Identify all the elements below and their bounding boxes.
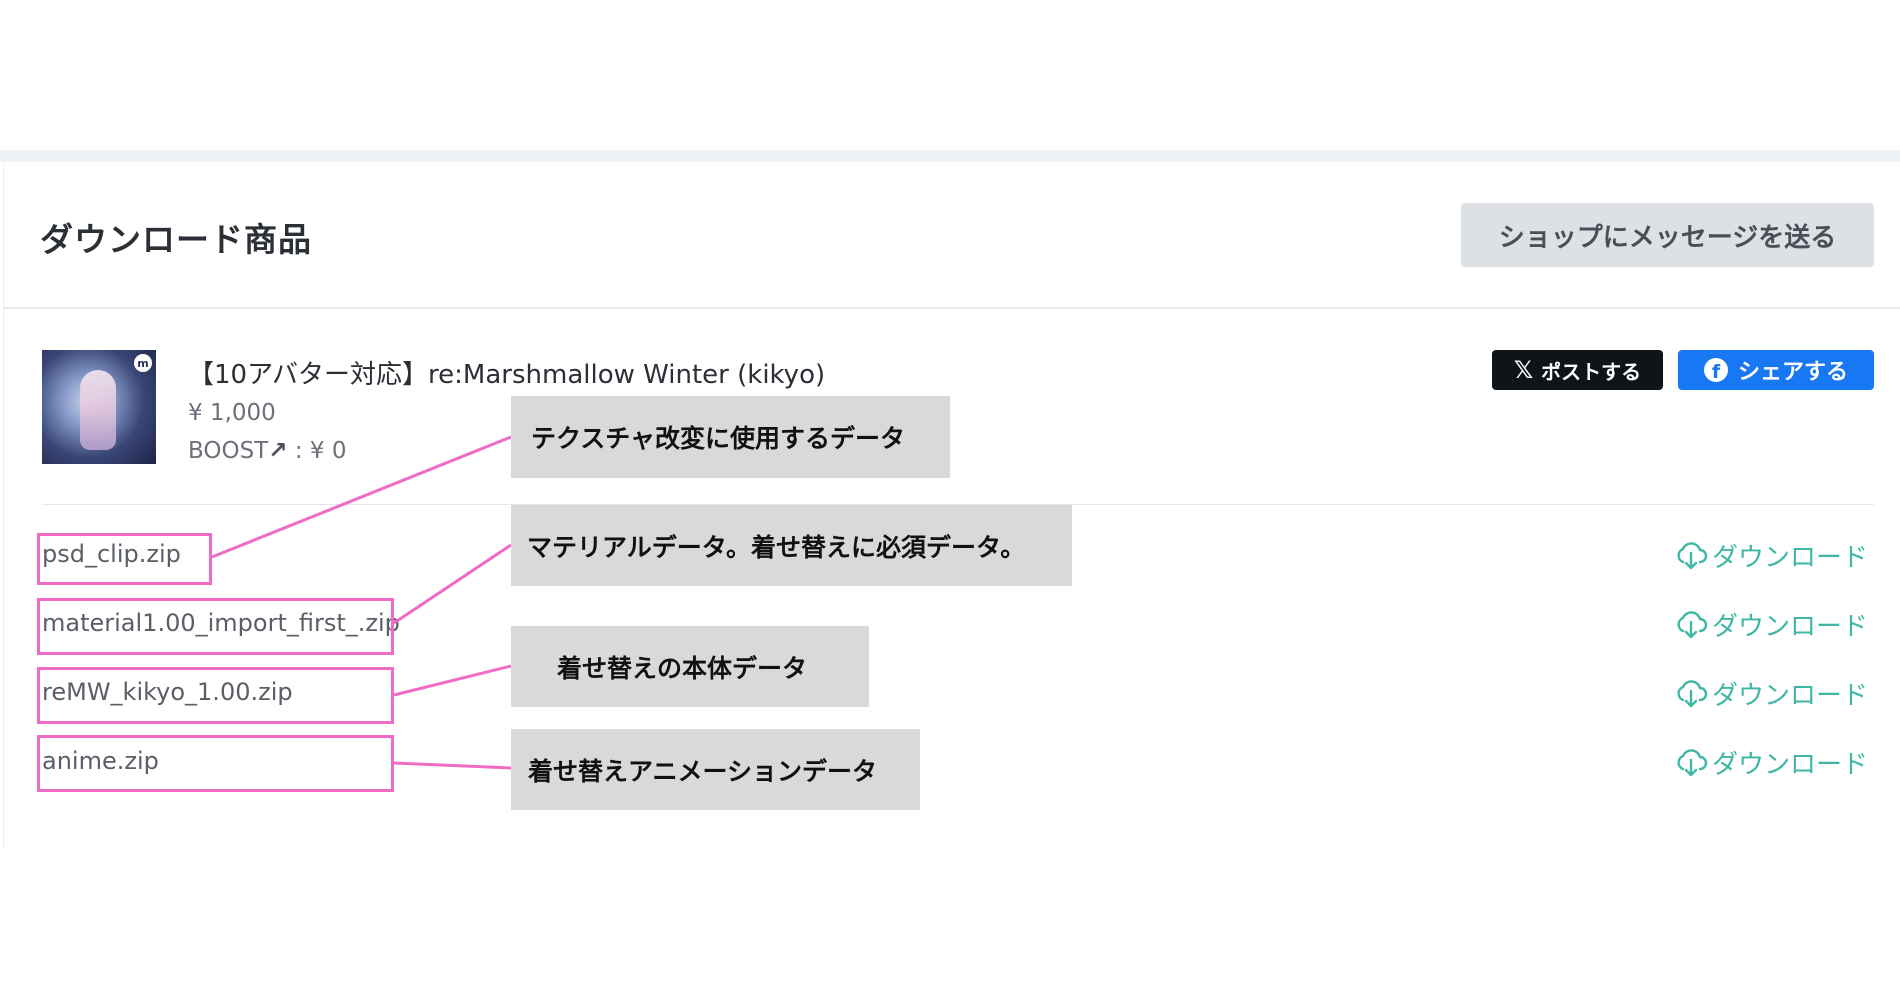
facebook-share-label: シェアする bbox=[1737, 360, 1848, 385]
cloud-download-icon bbox=[1677, 749, 1708, 777]
boost-info: BOOST↗ : ¥ 0 bbox=[188, 438, 346, 464]
download-label: ダウンロード bbox=[1712, 749, 1869, 780]
annotation-highlight-psd-clip bbox=[37, 533, 212, 585]
download-label: ダウンロード bbox=[1712, 542, 1869, 573]
download-button-material[interactable]: ダウンロード bbox=[1674, 607, 1874, 642]
boost-value: : ¥ 0 bbox=[287, 438, 347, 464]
facebook-logo-icon: f bbox=[1703, 358, 1728, 382]
x-logo-icon: 𝕏 bbox=[1513, 356, 1534, 384]
header-divider bbox=[3, 307, 1900, 309]
annotation-callout-texture: テクスチャ改変に使用するデータ bbox=[511, 396, 950, 478]
boost-arrow-icon: ↗ bbox=[268, 438, 288, 464]
annotation-callout-body: 着せ替えの本体データ bbox=[511, 626, 869, 707]
download-button-remw-kikyo[interactable]: ダウンロード bbox=[1674, 676, 1874, 711]
annotation-callout-material: マテリアルデータ。着せ替えに必須データ。 bbox=[511, 505, 1072, 586]
x-post-button[interactable]: 𝕏 ポストする bbox=[1492, 350, 1663, 390]
facebook-share-button[interactable]: f シェアする bbox=[1678, 350, 1874, 390]
cloud-download-icon bbox=[1677, 680, 1708, 708]
download-label: ダウンロード bbox=[1712, 611, 1869, 642]
product-thumbnail[interactable]: m bbox=[42, 350, 156, 464]
annotation-callout-animation: 着せ替えアニメーションデータ bbox=[511, 729, 920, 810]
cloud-download-icon bbox=[1677, 611, 1708, 639]
download-button-psd-clip[interactable]: ダウンロード bbox=[1674, 538, 1874, 573]
cloud-download-icon bbox=[1677, 542, 1708, 570]
download-button-anime[interactable]: ダウンロード bbox=[1674, 745, 1874, 780]
boost-label: BOOST bbox=[188, 438, 269, 464]
page-top-band bbox=[0, 150, 1900, 162]
page-title: ダウンロード商品 bbox=[40, 220, 312, 259]
product-price: ¥ 1,000 bbox=[188, 400, 276, 426]
annotation-highlight-material bbox=[37, 598, 394, 655]
download-label: ダウンロード bbox=[1712, 680, 1869, 711]
thumbnail-avatar-figure bbox=[80, 370, 116, 450]
x-post-label: ポストする bbox=[1541, 359, 1642, 384]
annotation-highlight-remw-kikyo bbox=[37, 667, 394, 724]
thumbnail-logo-icon: m bbox=[134, 354, 152, 372]
product-title[interactable]: 【10アバター対応】re:Marshmallow Winter (kikyo) bbox=[188, 354, 825, 391]
send-message-to-shop-button[interactable]: ショップにメッセージを送る bbox=[1461, 203, 1874, 267]
annotation-highlight-anime bbox=[37, 735, 394, 792]
